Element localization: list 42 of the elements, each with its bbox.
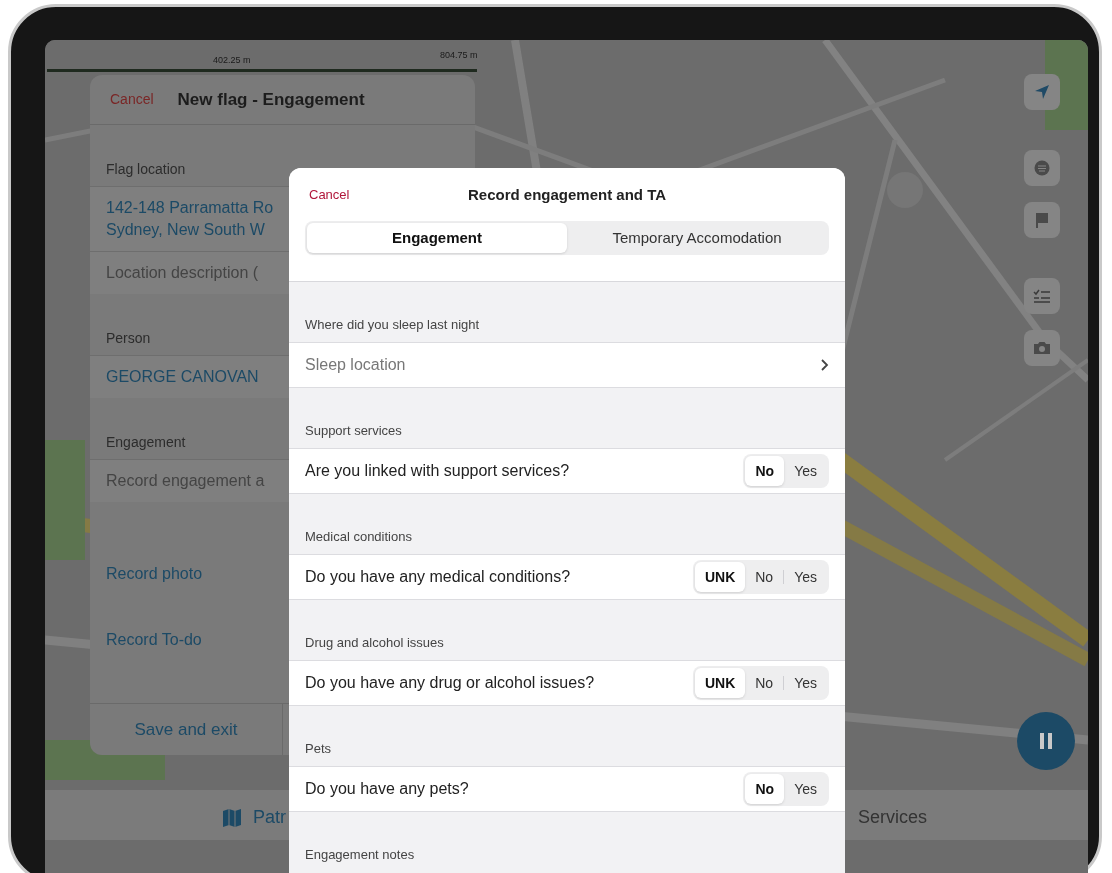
camera-button[interactable] [1024,330,1060,366]
flag-button[interactable] [1024,202,1060,238]
question-text: Do you have any medical conditions? [305,567,571,587]
scale-label: 804.75 m [440,49,478,62]
segment-tab[interactable]: Engagement [307,223,567,253]
picker-label: Sleep location [305,355,406,375]
choice-option[interactable]: UNK [694,668,746,698]
choice-option[interactable]: No [745,456,785,486]
section-label: Person [106,330,151,346]
checklist-icon [1033,288,1051,304]
pause-icon [1040,733,1052,749]
choice-option[interactable]: Yes [784,456,827,486]
choice-option[interactable]: Yes [784,668,827,698]
chat-button[interactable] [1024,150,1060,186]
section-header: Pets [305,741,331,756]
location-button[interactable] [1024,74,1060,110]
panel-title: New flag - Engagement [177,88,365,111]
checklist-button[interactable] [1024,278,1060,314]
picker-row[interactable]: Sleep location [289,342,845,388]
chat-icon [1034,160,1050,176]
choice-option[interactable]: No [745,774,785,804]
flag-icon [1035,212,1049,228]
cancel-link[interactable]: Cancel [309,185,350,205]
section-header: Medical conditions [305,529,412,544]
section-header: Drug and alcohol issues [305,635,444,650]
section-label: Flag location [106,161,186,177]
choice-option[interactable]: No [745,562,784,592]
choice-option[interactable]: No [745,668,784,698]
camera-icon [1033,341,1051,355]
choice-option[interactable]: Yes [784,774,827,804]
question-text: Do you have any pets? [305,779,469,799]
section-header: Where did you sleep last night [305,317,480,332]
navigation-arrow-icon [1034,84,1050,100]
choice-option[interactable]: UNK [694,562,746,592]
scale-label: 402.25 m [213,54,251,67]
choice-option[interactable]: Yes [784,562,827,592]
chevron-icon [821,359,829,371]
section-header: Engagement notes [305,847,415,862]
question-text: Do you have any drug or alcohol issues? [305,673,595,693]
segment-tab[interactable]: Temporary Accomodation [567,223,827,253]
section-header: Support services [305,423,402,438]
section-label: Engagement [106,434,186,450]
